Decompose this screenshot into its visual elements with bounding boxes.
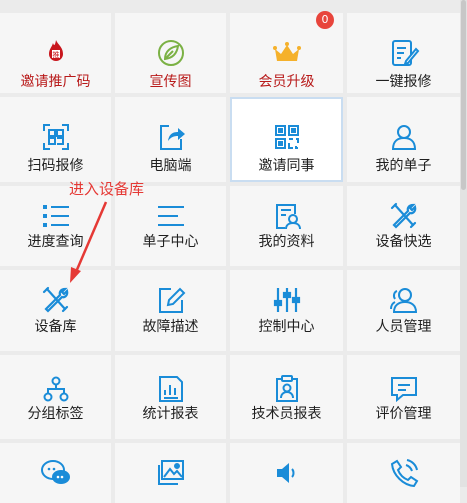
progress-query-label: 进度查询 [27,234,84,250]
order-center-label: 单子中心 [142,234,199,250]
svg-text:推: 推 [52,50,59,59]
desktop-client-label: 电脑端 [149,158,192,174]
comment-icon [388,373,420,405]
tools-icon [388,200,420,232]
membership-upgrade-label: 会员升级 [258,74,315,90]
gallery-icon [155,457,187,489]
technician-report-button[interactable]: 技术员报表 [230,355,343,439]
device-library-button[interactable]: 设备库 [0,270,111,351]
crown-icon [271,37,303,69]
qr-code-icon [271,121,303,153]
notification-badge: 0 [316,11,334,29]
sliders-icon [271,284,303,316]
profile-doc-icon [271,200,303,232]
rating-management-label: 评价管理 [375,406,432,422]
qr-scan-icon [40,121,72,153]
hierarchy-icon [40,373,72,405]
broadcast-button[interactable] [230,443,343,503]
quick-repair-button[interactable]: 一键报修 [347,13,460,93]
form-edit-icon [388,37,420,69]
technician-report-label: 技术员报表 [251,406,322,422]
staff-management-label: 人员管理 [375,319,432,335]
user-icon [388,121,420,153]
statistics-report-button[interactable]: 统计报表 [115,355,226,439]
annotation-text: 进入设备库 [69,180,145,198]
my-profile-label: 我的资料 [258,234,315,250]
chat-button[interactable] [0,443,111,503]
lines-icon [155,200,187,232]
rating-management-button[interactable]: 评价管理 [347,355,460,439]
list-icon [40,200,72,232]
phone-button[interactable] [347,443,460,503]
tools-icon [40,284,72,316]
phone-icon [388,457,420,489]
people-icon [388,284,420,316]
control-center-label: 控制中心 [258,319,315,335]
fire-badge-icon: 推 [40,37,72,69]
invite-colleague-button[interactable]: 邀请同事 [230,97,343,182]
scrollbar[interactable] [460,0,467,487]
chart-doc-icon [155,373,187,405]
promo-image-label: 宣传图 [149,74,192,90]
control-center-button[interactable]: 控制中心 [230,270,343,351]
device-quick-select-button[interactable]: 设备快选 [347,186,460,266]
scrollbar-thumb[interactable] [461,0,466,190]
statistics-report-label: 统计报表 [142,406,199,422]
chat-bubbles-icon [40,457,72,489]
desktop-client-button[interactable]: 电脑端 [115,97,226,182]
my-profile-button[interactable]: 我的资料 [230,186,343,266]
gallery-button[interactable] [115,443,226,503]
quick-repair-label: 一键报修 [375,74,432,90]
fault-description-button[interactable]: 故障描述 [115,270,226,351]
my-orders-label: 我的单子 [375,158,432,174]
promo-image-button[interactable]: 宣传图 [115,13,226,93]
scan-repair-label: 扫码报修 [27,158,84,174]
progress-query-button[interactable]: 进度查询 [0,186,111,266]
device-quick-select-label: 设备快选 [375,234,432,250]
feature-grid: 推 邀请推广码 宣传图 会员升级 一键报修 扫码报修 电脑端 邀请同事 我的单子… [0,0,460,503]
speaker-icon [271,457,303,489]
invite-promo-code-button[interactable]: 推 邀请推广码 [0,13,111,93]
invite-promo-code-label: 邀请推广码 [20,74,91,90]
clipboard-user-icon [271,373,303,405]
group-tags-label: 分组标签 [27,406,84,422]
invite-colleague-label: 邀请同事 [258,158,315,174]
scan-repair-button[interactable]: 扫码报修 [0,97,111,182]
share-arrow-icon [155,121,187,153]
device-library-label: 设备库 [34,319,77,335]
order-center-button[interactable]: 单子中心 [115,186,226,266]
my-orders-button[interactable]: 我的单子 [347,97,460,182]
group-tags-button[interactable]: 分组标签 [0,355,111,439]
pencil-box-icon [155,284,187,316]
staff-management-button[interactable]: 人员管理 [347,270,460,351]
leaf-icon [155,37,187,69]
fault-description-label: 故障描述 [142,319,199,335]
